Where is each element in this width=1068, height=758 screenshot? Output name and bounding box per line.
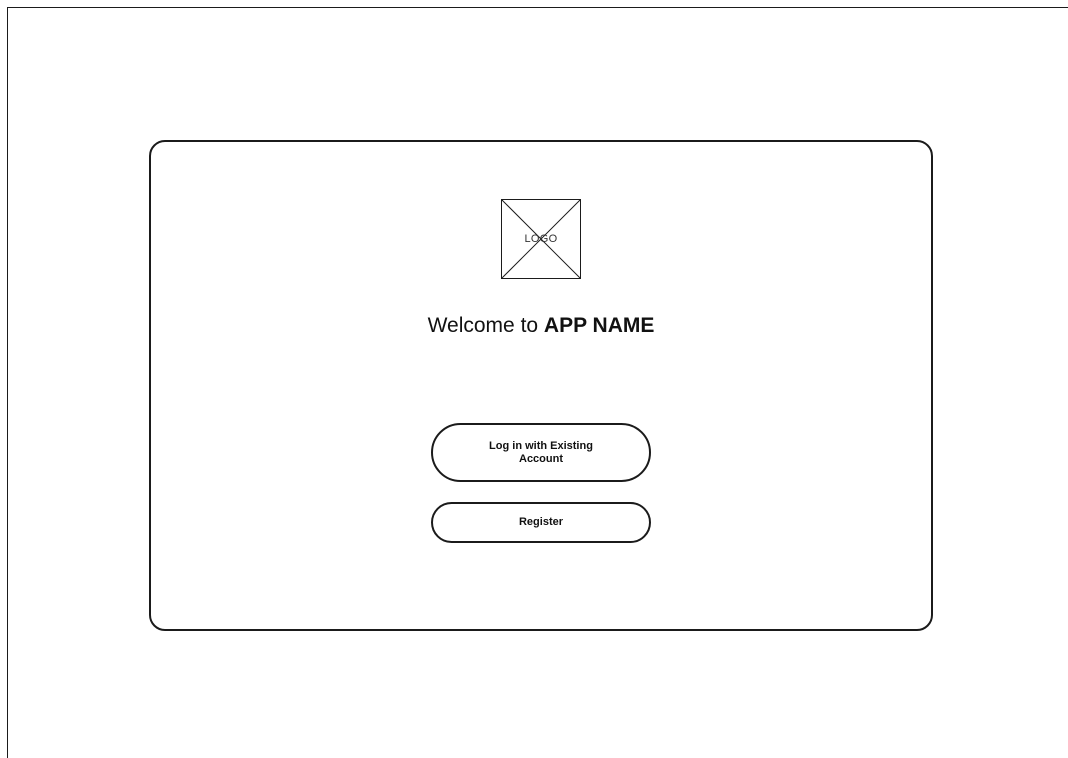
login-existing-account-button[interactable]: Log in with Existing Account [431,423,651,482]
register-button[interactable]: Register [431,502,651,543]
welcome-prefix: Welcome to [427,314,544,337]
register-button-label: Register [518,516,564,528]
welcome-heading: Welcome to APP NAME [149,310,933,342]
app-name: APP NAME [543,314,655,337]
logo-placeholder: LOGO [501,199,581,279]
logo-text: LOGO [524,233,558,245]
login-button-label: Log in with Existing Account [489,439,593,465]
